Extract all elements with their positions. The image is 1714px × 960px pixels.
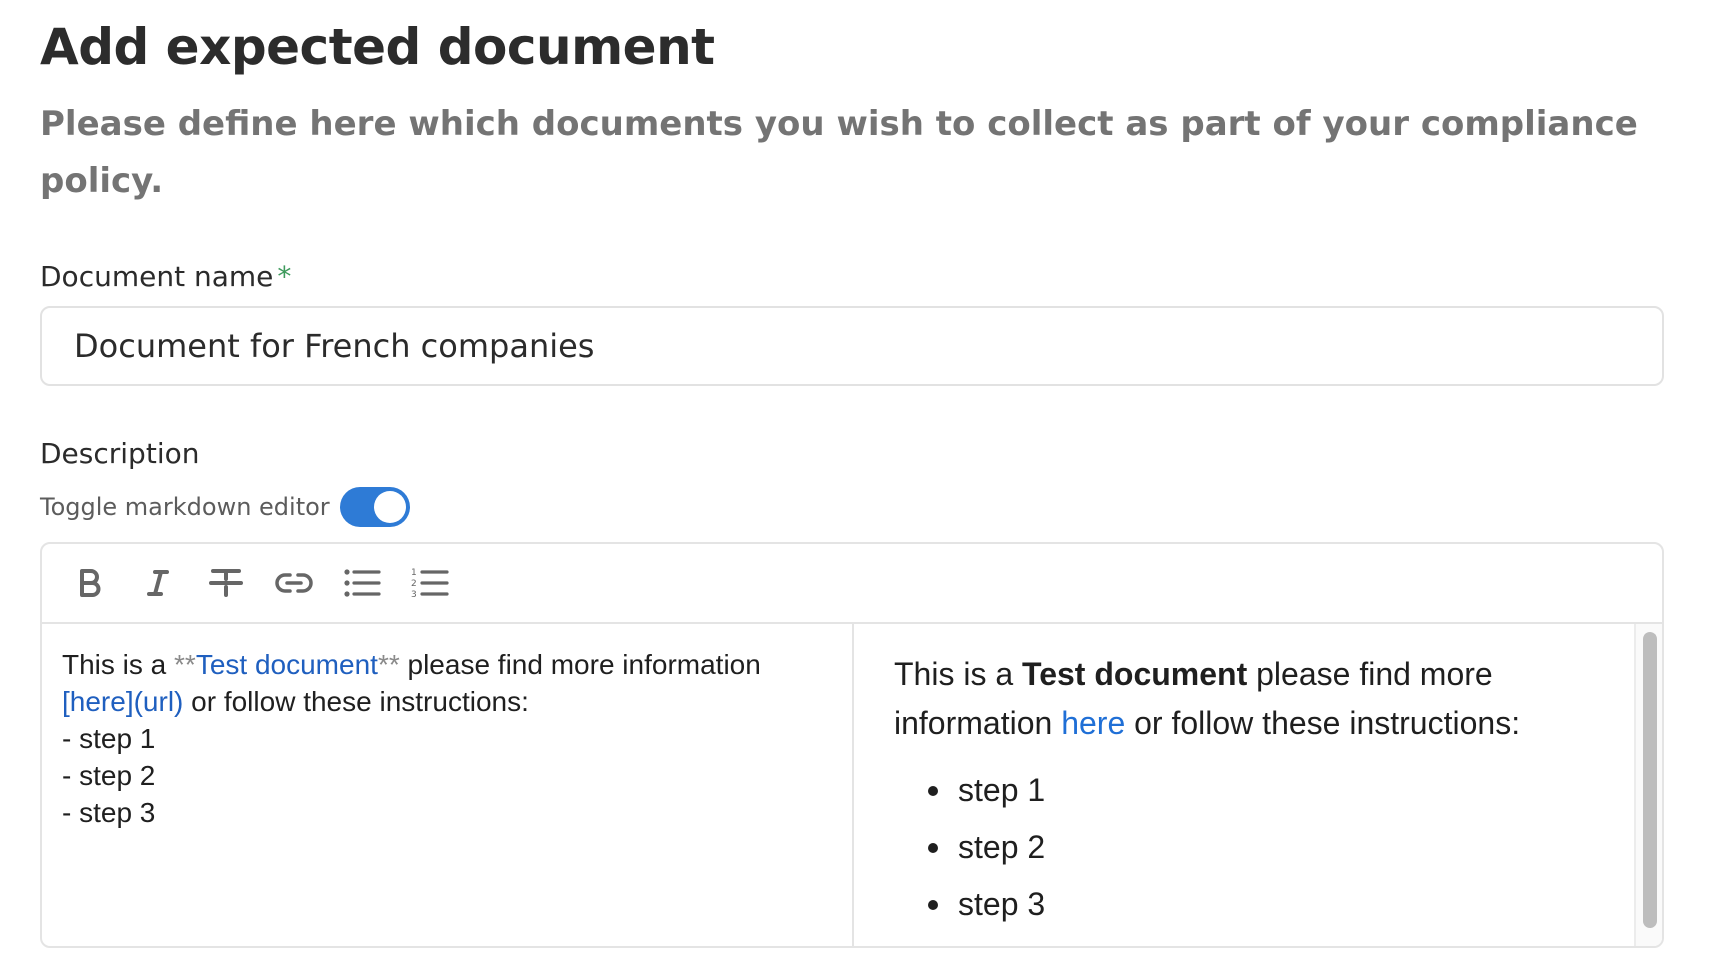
markdown-preview-pane: This is a Test document please find more… [854, 624, 1662, 946]
scrollbar-thumb[interactable] [1643, 632, 1657, 928]
source-line-1: This is a **Test document** please find … [62, 646, 832, 683]
required-mark: * [277, 260, 292, 293]
numbered-list-button[interactable]: 1 2 3 [408, 561, 452, 605]
markdown-toggle-row: Toggle markdown editor [40, 485, 410, 529]
document-name-input[interactable] [40, 306, 1664, 386]
bold-marker-close: ** [377, 649, 400, 680]
list-item: step 1 [928, 762, 1622, 819]
preview-paragraph: This is a Test document please find more… [894, 650, 1614, 748]
preview-bold-text: Test document [1022, 656, 1248, 692]
bullet-icon [928, 843, 938, 853]
bold-icon [80, 569, 101, 597]
toggle-markdown-label: Toggle markdown editor [40, 493, 330, 521]
markdown-source-pane[interactable]: This is a **Test document** please find … [42, 624, 854, 946]
markdown-editor-toggle[interactable] [339, 487, 410, 527]
page-subtitle: Please define here which documents you w… [40, 104, 1638, 201]
svg-text:2: 2 [411, 579, 417, 589]
source-bold-text: Test document [195, 649, 378, 680]
editor-toolbar: 1 2 3 [42, 544, 1662, 624]
source-line-2: [here](url) or follow these instructions… [62, 683, 832, 720]
preview-text: This is a [894, 656, 1023, 692]
add-document-page: Add expected document Please define here… [0, 0, 1714, 960]
document-name-label: Document name * [40, 260, 291, 293]
description-label: Description [40, 437, 200, 470]
source-text: This is a [62, 649, 175, 680]
source-step-line: - step 3 [62, 797, 156, 828]
link-button[interactable] [272, 561, 316, 605]
numbered-list-icon: 1 2 3 [411, 568, 449, 600]
editor-panes: This is a **Test document** please find … [42, 624, 1662, 946]
preview-link[interactable]: here [1061, 705, 1125, 741]
page-title: Add expected document [40, 18, 715, 76]
source-text: please find more information [399, 649, 761, 680]
bold-button[interactable] [68, 561, 112, 605]
document-name-label-text: Document name [40, 260, 274, 293]
bullet-list-button[interactable] [340, 561, 384, 605]
markdown-editor: 1 2 3 This is a **Test document** please… [40, 542, 1664, 948]
bullet-icon [928, 900, 938, 910]
list-item-text: step 2 [958, 829, 1046, 865]
toggle-knob [373, 491, 406, 523]
list-item: step 2 [928, 819, 1622, 876]
bullet-icon [928, 786, 938, 796]
bold-marker-open: ** [174, 649, 196, 680]
bullet-list-icon [344, 569, 381, 597]
list-item: step 3 [928, 876, 1622, 933]
preview-step-list: step 1 step 2 step 3 [894, 762, 1622, 933]
preview-text: or follow these instructions: [1125, 705, 1521, 741]
source-step-line: - step 2 [62, 760, 156, 791]
source-link-markdown: [here](url) [62, 686, 184, 717]
list-item-text: step 1 [958, 772, 1046, 808]
svg-text:1: 1 [411, 568, 417, 578]
preview-scrollbar[interactable] [1634, 624, 1662, 946]
link-icon [275, 573, 313, 593]
strikethrough-icon [209, 569, 243, 597]
source-text: or follow these instructions: [183, 686, 529, 717]
strikethrough-button[interactable] [204, 561, 248, 605]
italic-icon [147, 570, 169, 596]
list-item-text: step 3 [958, 886, 1046, 922]
source-step-line: - step 1 [62, 723, 156, 754]
italic-button[interactable] [136, 561, 180, 605]
svg-text:3: 3 [411, 590, 417, 600]
